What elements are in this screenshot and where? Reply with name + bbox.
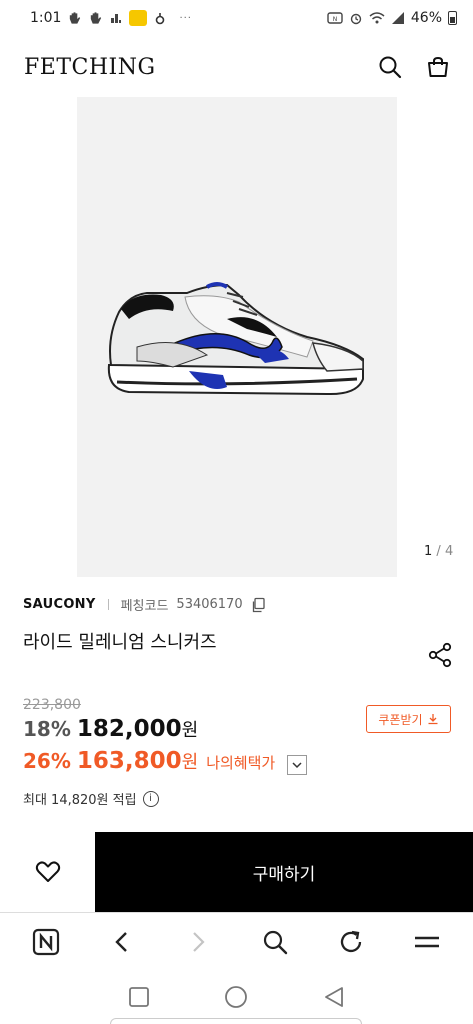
original-price: 223,800 bbox=[23, 697, 81, 713]
signal-app-icon bbox=[111, 14, 122, 23]
purchase-bar: 구매하기 bbox=[0, 832, 473, 912]
cart-button[interactable] bbox=[425, 54, 451, 80]
alarm-icon bbox=[350, 13, 362, 25]
browser-search-button[interactable] bbox=[259, 926, 291, 958]
status-bar: 1:01 ··· N 46% bbox=[0, 0, 473, 36]
chevron-down-icon bbox=[292, 762, 302, 769]
naver-home-button[interactable] bbox=[30, 926, 62, 958]
cell-signal-icon bbox=[391, 12, 404, 24]
currency-label: 원 bbox=[181, 720, 199, 741]
system-nav-bar bbox=[0, 970, 473, 1024]
shopping-bag-icon bbox=[428, 56, 448, 77]
hamburger-icon bbox=[414, 936, 439, 947]
product-title: 라이드 밀레니엄 스니커즈 bbox=[23, 632, 217, 653]
discount-percent: 18% bbox=[23, 717, 71, 741]
menu-button[interactable] bbox=[411, 926, 443, 958]
battery-icon bbox=[448, 11, 457, 25]
fetching-logo[interactable]: FETCHING bbox=[24, 55, 156, 80]
benefit-expand-button[interactable] bbox=[287, 755, 308, 775]
keyboard-handle bbox=[110, 1018, 362, 1024]
my-discount-percent: 26% bbox=[23, 749, 71, 773]
brand-row: SAUCONY 페칭코드 53406170 bbox=[23, 595, 267, 614]
heart-icon bbox=[35, 861, 60, 882]
search-icon bbox=[263, 930, 287, 954]
battery-percent: 46% bbox=[410, 10, 442, 26]
share-icon bbox=[428, 642, 452, 668]
share-button[interactable] bbox=[427, 642, 453, 668]
svg-text:N: N bbox=[333, 16, 338, 23]
product-image[interactable] bbox=[77, 97, 397, 577]
home-button[interactable] bbox=[223, 984, 249, 1010]
recents-button[interactable] bbox=[126, 984, 152, 1010]
search-button[interactable] bbox=[377, 54, 403, 80]
app-header: FETCHING bbox=[0, 36, 473, 98]
sale-price: 182,000 bbox=[76, 716, 182, 742]
back-button[interactable] bbox=[106, 926, 138, 958]
my-currency-label: 원 bbox=[181, 752, 199, 773]
app-badge-icon bbox=[129, 10, 148, 26]
image-counter-total: 4 bbox=[444, 544, 454, 559]
download-icon bbox=[428, 714, 438, 725]
info-icon[interactable]: i bbox=[142, 790, 159, 807]
my-price: 163,800 bbox=[76, 748, 182, 774]
image-counter: 1 / 4 bbox=[424, 544, 453, 559]
browser-toolbar bbox=[0, 912, 473, 970]
hand-icon bbox=[70, 12, 81, 24]
hand-icon bbox=[91, 12, 102, 24]
chevron-left-icon bbox=[115, 931, 128, 952]
chevron-right-icon bbox=[193, 931, 205, 952]
buy-button[interactable]: 구매하기 bbox=[95, 832, 473, 912]
naver-icon bbox=[32, 928, 60, 955]
search-icon bbox=[379, 56, 402, 79]
sneaker-image bbox=[107, 282, 364, 396]
back-triangle-icon bbox=[325, 987, 344, 1007]
refresh-button[interactable] bbox=[335, 926, 367, 958]
wishlist-button[interactable] bbox=[0, 832, 95, 912]
home-circle-icon bbox=[225, 986, 248, 1008]
status-time: 1:01 bbox=[30, 10, 62, 26]
image-counter-current: 1 bbox=[424, 544, 433, 559]
divider bbox=[107, 599, 109, 610]
points-text: 최대 14,820원 적립 bbox=[23, 793, 137, 808]
wifi-icon bbox=[369, 12, 385, 24]
product-code: 53406170 bbox=[176, 597, 243, 612]
coupon-button[interactable]: 쿠폰받기 bbox=[366, 705, 451, 733]
refresh-icon bbox=[340, 930, 361, 952]
notification-icon bbox=[156, 13, 165, 25]
brand-name[interactable]: SAUCONY bbox=[23, 597, 96, 612]
my-price-row: 26% 163,800 원 나의혜택가 bbox=[23, 748, 308, 775]
copy-icon[interactable] bbox=[251, 597, 267, 613]
points-row: 최대 14,820원 적립 i bbox=[23, 789, 159, 808]
image-counter-separator: / bbox=[436, 544, 441, 559]
recents-icon bbox=[128, 987, 149, 1007]
more-notifications-icon: ··· bbox=[179, 12, 192, 24]
coupon-label: 쿠폰받기 bbox=[378, 712, 423, 727]
nfc-icon: N bbox=[327, 12, 343, 24]
product-code-label: 페칭코드 bbox=[120, 599, 169, 614]
my-benefit-label: 나의혜택가 bbox=[206, 754, 276, 772]
sale-price-row: 18% 182,000 원 bbox=[23, 716, 198, 742]
forward-button[interactable] bbox=[182, 926, 214, 958]
back-nav-button[interactable] bbox=[321, 984, 347, 1010]
